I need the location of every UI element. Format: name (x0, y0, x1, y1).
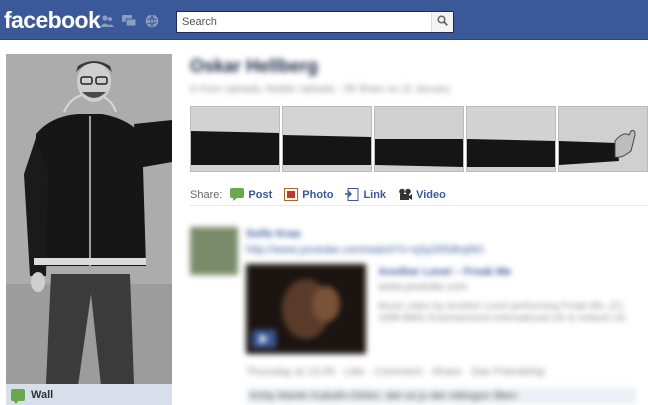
search-icon (437, 15, 448, 29)
video-icon (398, 188, 413, 201)
share-post-label: Post (248, 188, 273, 201)
notifications-icon[interactable] (145, 14, 159, 28)
preview-title[interactable]: Another Level – Freak Me (378, 266, 634, 278)
main-content: Oskar Hellberg In from Uploads, Mobile U… (172, 40, 648, 405)
post-icon (230, 188, 245, 201)
strip-photo[interactable] (466, 106, 556, 172)
share-post-button[interactable]: Post (230, 188, 272, 201)
preview-description: Music video by Another Level performing … (378, 301, 625, 324)
search-input[interactable] (177, 12, 427, 32)
story-author[interactable]: Sofie Kraa (246, 228, 626, 240)
strip-photo[interactable] (558, 106, 648, 172)
strip-photo[interactable] (190, 106, 280, 172)
top-bar: facebook (0, 0, 648, 40)
sidebar-item-wall[interactable]: Wall (6, 384, 172, 405)
share-photo-button[interactable]: Photo (284, 188, 333, 201)
friend-requests-icon[interactable] (100, 14, 114, 28)
profile-name: Oskar Hellberg (190, 56, 319, 76)
story-comment: Kirby Martin Kalsdin-Dirkin: det va ju d… (246, 388, 636, 404)
preview-text: Another Level – Freak Me www.youtube.com… (378, 266, 634, 325)
story-footer[interactable]: Thursday at 13:45 · Like · Comment · Sha… (246, 366, 636, 378)
share-link-button[interactable]: Link (345, 188, 386, 201)
wall-icon (11, 389, 25, 404)
left-column: Wall (0, 40, 172, 405)
search-button[interactable] (431, 12, 453, 32)
story-link-url[interactable]: http://www.youtube.com/watch?v=q3yZ65dhq… (246, 244, 626, 256)
strip-photo[interactable] (282, 106, 372, 172)
feed-story: Sofie Kraa http://www.youtube.com/watch?… (190, 224, 648, 404)
story-avatar[interactable] (190, 227, 238, 275)
link-preview[interactable]: Another Level – Freak Me www.youtube.com… (246, 264, 636, 354)
share-video-button[interactable]: Video (398, 188, 446, 201)
photo-icon (284, 188, 299, 201)
search-bar (176, 11, 454, 33)
messages-icon[interactable] (122, 14, 137, 28)
video-thumbnail[interactable] (246, 264, 366, 354)
photo-strip (190, 106, 648, 172)
profile-picture[interactable] (6, 54, 172, 405)
sidebar-item-label: Wall (31, 389, 54, 401)
share-label: Share: (190, 188, 223, 201)
share-photo-label: Photo (302, 188, 334, 201)
facebook-logo[interactable]: facebook (4, 7, 101, 34)
link-icon (345, 188, 359, 201)
preview-domain: www.youtube.com (378, 281, 468, 293)
play-icon[interactable] (252, 330, 276, 348)
share-link-label: Link (363, 188, 387, 201)
profile-meta: In from Uploads, Mobile Uploads · 08 Sha… (190, 84, 450, 94)
strip-photo[interactable] (374, 106, 464, 172)
story-header: Sofie Kraa http://www.youtube.com/watch?… (246, 228, 626, 256)
share-bar: Share: Post Photo Link Video (190, 184, 648, 206)
share-video-label: Video (416, 188, 446, 201)
